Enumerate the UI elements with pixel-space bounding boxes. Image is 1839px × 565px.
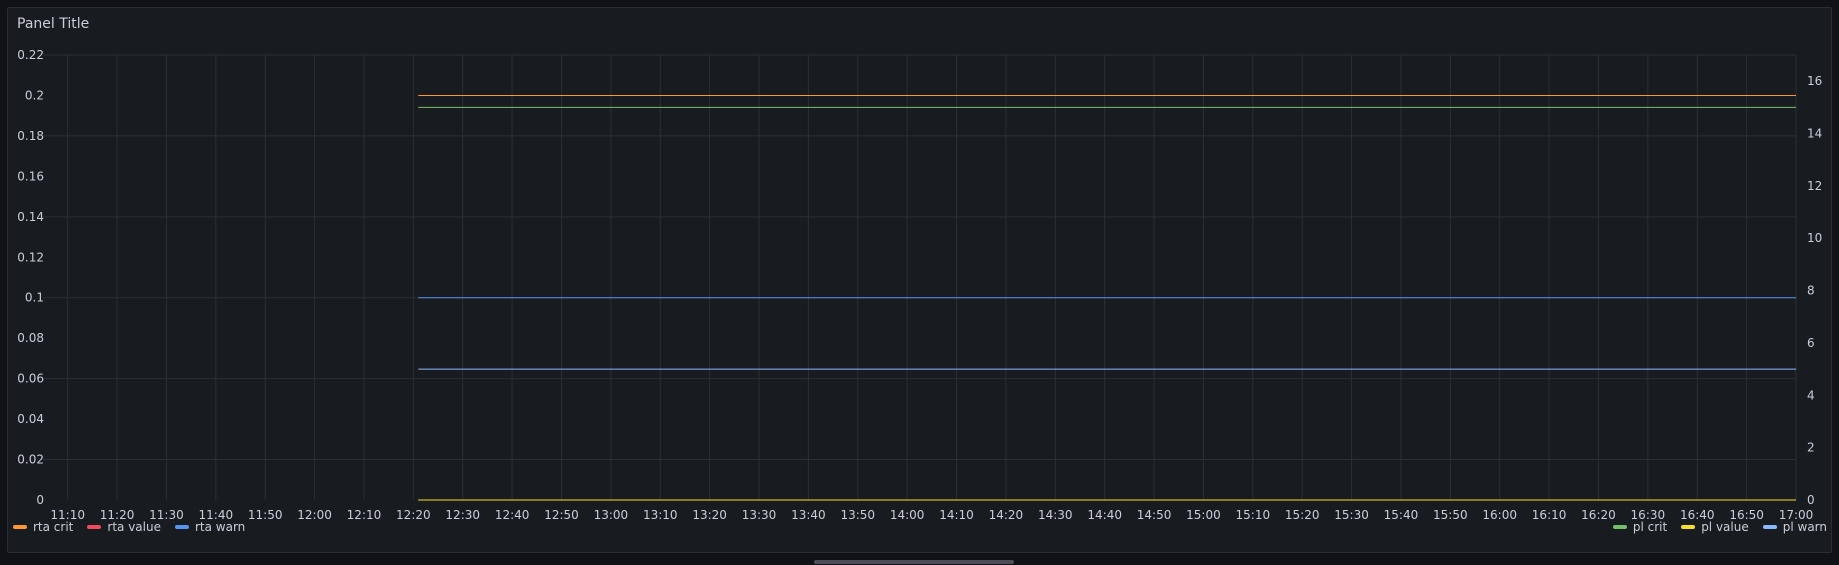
time-series-chart[interactable]: 0 0.02 0.04 0.06 0.08 0.1 0.12 0.14 0.16 0.18 0.2 0… — [0, 0, 1839, 565]
legend-swatch — [174, 525, 189, 529]
x-tick-label: 11:50 — [248, 508, 283, 522]
x-tick-label: 14:40 — [1087, 508, 1122, 522]
legend-item-rta-warn[interactable]: rta warn — [174, 520, 246, 534]
series-layer — [418, 94, 1796, 501]
y-left-tick-label: 0.06 — [17, 372, 44, 386]
x-tick-label: 14:50 — [1137, 508, 1172, 522]
legend-swatch — [13, 525, 27, 529]
y-right-tick-label: 14 — [1807, 127, 1822, 141]
x-tick-label: 12:30 — [445, 508, 480, 522]
x-axis: 11:10 11:20 11:30 11:40 11:50 12:00 12:10 12:20… — [50, 508, 1813, 522]
y-right-tick-label: 16 — [1807, 74, 1822, 88]
y-right-tick-label: 4 — [1807, 388, 1815, 402]
legend-swatch — [87, 525, 102, 529]
y-left-tick-label: 0.16 — [17, 169, 44, 183]
x-tick-label: 13:50 — [840, 508, 875, 522]
y-left-tick-label: 0.12 — [17, 250, 44, 264]
y-right-tick-label: 8 — [1807, 284, 1815, 298]
x-tick-label: 14:00 — [890, 508, 925, 522]
y-left-tick-label: 0.1 — [25, 291, 44, 305]
legend-swatch — [1681, 525, 1696, 529]
legend-item-rta-crit[interactable]: rta crit — [13, 520, 73, 534]
y-left-tick-label: 0.22 — [17, 48, 44, 62]
x-tick-label: 16:00 — [1482, 508, 1517, 522]
x-tick-label: 15:00 — [1186, 508, 1221, 522]
y-right-tick-label: 0 — [1807, 493, 1815, 507]
x-tick-label: 12:20 — [396, 508, 431, 522]
y-left-tick-label: 0.04 — [17, 412, 44, 426]
x-tick-label: 14:30 — [1038, 508, 1073, 522]
legend-left: rta crit rta value rta warn — [13, 520, 245, 534]
x-tick-label: 13:20 — [692, 508, 727, 522]
legend-swatch — [1762, 525, 1777, 529]
y-right-tick-label: 2 — [1807, 441, 1815, 455]
x-tick-label: 16:20 — [1581, 508, 1616, 522]
y-right-tick-label: 10 — [1807, 231, 1822, 245]
x-tick-label: 13:40 — [791, 508, 826, 522]
legend-item-pl-crit[interactable]: pl crit — [1612, 520, 1668, 534]
x-tick-label: 13:00 — [594, 508, 629, 522]
x-tick-label: 15:10 — [1236, 508, 1271, 522]
legend-item-pl-value[interactable]: pl value — [1681, 520, 1749, 534]
grid-layer — [43, 54, 1797, 500]
x-tick-label: 13:10 — [643, 508, 678, 522]
horizontal-scrollbar[interactable] — [814, 560, 1014, 564]
legend-label: rta warn — [194, 520, 246, 534]
x-tick-label: 12:00 — [297, 508, 332, 522]
legend-item-rta-value[interactable]: rta value — [87, 520, 161, 534]
y-axis-right: 0 2 4 6 8 10 12 14 16 — [1807, 74, 1822, 507]
x-tick-label: 12:10 — [347, 508, 382, 522]
x-tick-label: 14:10 — [939, 508, 974, 522]
x-tick-label: 15:40 — [1384, 508, 1419, 522]
y-right-tick-label: 12 — [1807, 179, 1822, 193]
x-tick-label: 15:20 — [1285, 508, 1320, 522]
x-tick-label: 15:30 — [1334, 508, 1369, 522]
y-right-tick-label: 6 — [1807, 336, 1815, 350]
legend-item-pl-warn[interactable]: pl warn — [1762, 520, 1827, 534]
x-tick-label: 15:50 — [1433, 508, 1468, 522]
legend-label: pl value — [1701, 520, 1749, 534]
legend-label: rta value — [107, 520, 161, 534]
legend-label: pl warn — [1782, 520, 1827, 534]
y-axis-left: 0 0.02 0.04 0.06 0.08 0.1 0.12 0.14 0.16 0.18 0.2 0… — [17, 48, 44, 507]
legend-label: rta crit — [33, 520, 74, 534]
x-tick-label: 14:20 — [989, 508, 1024, 522]
legend-swatch — [1612, 525, 1627, 529]
x-tick-label: 13:30 — [742, 508, 777, 522]
legend-right: pl crit pl value pl warn — [1612, 520, 1827, 534]
x-tick-label: 12:50 — [544, 508, 579, 522]
y-left-tick-label: 0.2 — [25, 88, 44, 102]
y-left-tick-label: 0 — [36, 493, 44, 507]
y-left-tick-label: 0.08 — [17, 331, 44, 345]
legend-label: pl crit — [1632, 520, 1668, 534]
x-tick-label: 16:10 — [1532, 508, 1567, 522]
x-tick-label: 12:40 — [495, 508, 530, 522]
y-left-tick-label: 0.18 — [17, 129, 44, 143]
y-left-tick-label: 0.02 — [17, 453, 44, 467]
y-left-tick-label: 0.14 — [17, 210, 44, 224]
